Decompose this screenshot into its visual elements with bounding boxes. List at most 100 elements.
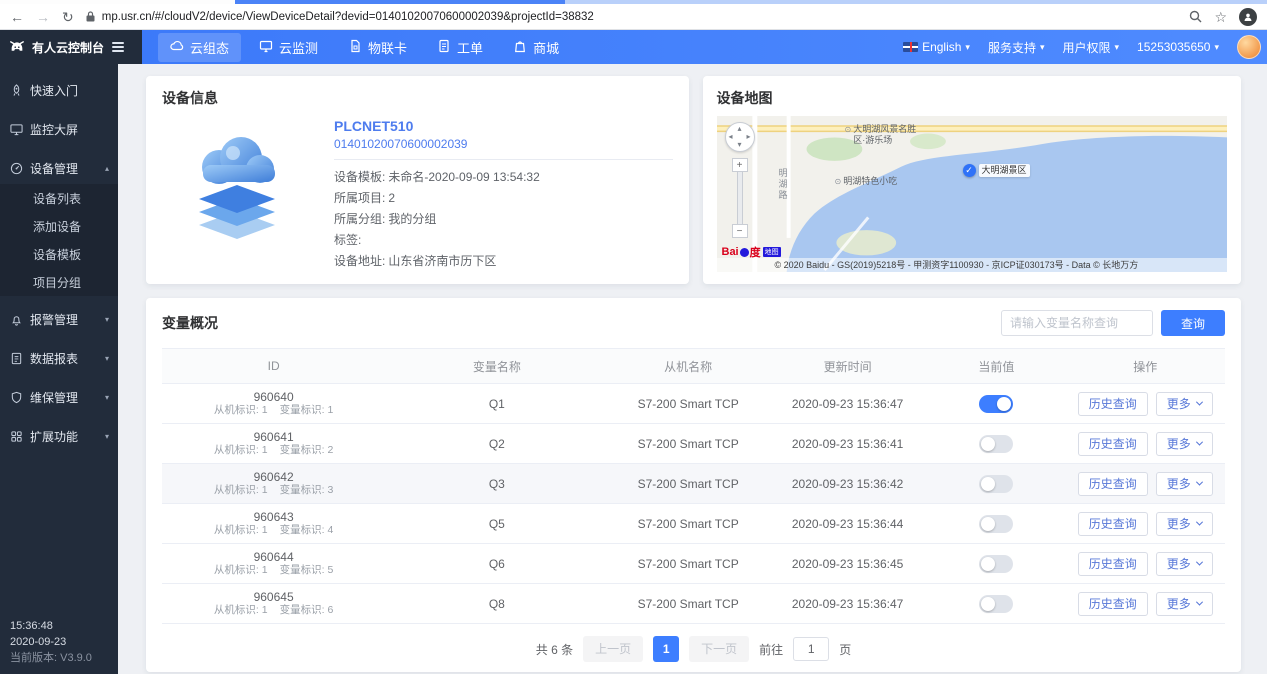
caret-down-icon: ▾: [105, 354, 109, 363]
variable-name: Q1: [385, 397, 608, 411]
sidebar-item-quick-start[interactable]: 快速入门: [0, 74, 118, 106]
column-header-value: 当前值: [927, 358, 1065, 375]
value-toggle[interactable]: [979, 395, 1013, 413]
nav-item-work-order[interactable]: 工单: [425, 33, 495, 62]
pan-up-icon[interactable]: ▴: [737, 125, 741, 133]
value-toggle[interactable]: [979, 435, 1013, 453]
lock-icon: [86, 11, 95, 22]
var-id-label: 变量标识: 6: [280, 604, 334, 617]
column-header-slave: 从机名称: [608, 358, 767, 375]
sidebar-collapse-icon[interactable]: [112, 42, 124, 52]
chevron-down-icon: [1196, 439, 1203, 446]
column-header-actions: 操作: [1066, 358, 1225, 375]
shield-icon: [9, 391, 23, 404]
more-button[interactable]: 更多: [1156, 512, 1213, 536]
goto-suffix: 页: [839, 641, 851, 658]
account-menu[interactable]: 15253035650 ▾: [1137, 40, 1219, 54]
more-button[interactable]: 更多: [1156, 432, 1213, 456]
update-time: 2020-09-23 15:36:44: [768, 517, 927, 531]
nav-item-cloud-monitor[interactable]: 云监测: [247, 33, 330, 62]
variables-title: 变量概况: [162, 313, 218, 333]
value-toggle[interactable]: [979, 475, 1013, 493]
more-button[interactable]: 更多: [1156, 392, 1213, 416]
work-order-icon: [437, 39, 451, 56]
version-label: 当前版本: V3.9.0: [10, 650, 92, 666]
goto-page-input[interactable]: [793, 637, 829, 661]
pan-down-icon[interactable]: ▾: [737, 141, 741, 149]
next-page-button[interactable]: 下一页: [689, 636, 749, 662]
sidebar-item-device-management[interactable]: 设备管理 ▴: [0, 152, 118, 184]
cell-id: 960642 从机标识: 1 变量标识: 3: [162, 470, 385, 497]
more-button[interactable]: 更多: [1156, 592, 1213, 616]
nav-item-iot-card[interactable]: 物联卡: [336, 33, 419, 62]
caret-down-icon: ▾: [105, 393, 109, 402]
value-toggle[interactable]: [979, 595, 1013, 613]
more-button[interactable]: 更多: [1156, 472, 1213, 496]
baidu-paw-icon: [740, 248, 749, 257]
address-bar[interactable]: mp.usr.cn/#/cloudV2/device/ViewDeviceDet…: [86, 11, 1178, 23]
sidebar-item-maintenance[interactable]: 维保管理 ▾: [0, 381, 118, 413]
variable-name: Q5: [385, 517, 608, 531]
history-query-button[interactable]: 历史查询: [1078, 552, 1148, 576]
var-id-label: 变量标识: 3: [280, 484, 334, 497]
sidebar-item-alarm-management[interactable]: 报警管理 ▾: [0, 303, 118, 335]
permissions-menu[interactable]: 用户权限 ▾: [1063, 39, 1120, 56]
browser-profile-avatar[interactable]: [1239, 8, 1257, 26]
history-query-button[interactable]: 历史查询: [1078, 512, 1148, 536]
user-avatar[interactable]: [1237, 35, 1261, 59]
pan-left-icon[interactable]: ◂: [729, 133, 733, 141]
map-canvas[interactable]: ⊙ 大明湖风景名胜区·游乐场 ⊙ 明湖特色小吃 明湖路 ✓ 大明湖景区: [717, 116, 1228, 272]
sidebar-item-extensions[interactable]: 扩展功能 ▾: [0, 420, 118, 452]
search-button[interactable]: 查询: [1161, 310, 1225, 336]
zoom-out-button[interactable]: −: [732, 224, 748, 238]
sidebar-item-device-list[interactable]: 设备列表: [0, 184, 118, 212]
value-toggle[interactable]: [979, 515, 1013, 533]
current-page-button[interactable]: 1: [653, 636, 679, 662]
zoom-icon[interactable]: [1189, 10, 1202, 23]
bookmark-star-icon[interactable]: ☆: [1214, 10, 1227, 24]
table-row: 960642 从机标识: 1 变量标识: 3 Q3 S7-200 Smart T…: [162, 464, 1225, 504]
sidebar-item-data-report[interactable]: 数据报表 ▾: [0, 342, 118, 374]
device-name: PLCNET510: [334, 118, 673, 134]
prev-page-button[interactable]: 上一页: [583, 636, 643, 662]
history-query-button[interactable]: 历史查询: [1078, 472, 1148, 496]
sidebar-item-device-template[interactable]: 设备模板: [0, 240, 118, 268]
history-query-button[interactable]: 历史查询: [1078, 432, 1148, 456]
device-location-marker[interactable]: ✓ 大明湖景区: [963, 164, 1030, 177]
sidebar-item-monitor-screen[interactable]: 监控大屏: [0, 113, 118, 145]
sidebar-item-add-device[interactable]: 添加设备: [0, 212, 118, 240]
reload-icon[interactable]: ↻: [62, 10, 74, 24]
zoom-in-button[interactable]: +: [732, 158, 748, 172]
cell-current-value: [927, 595, 1065, 613]
variable-search-input[interactable]: [1001, 310, 1153, 336]
current-date: 2020-09-23: [10, 634, 92, 650]
value-toggle[interactable]: [979, 555, 1013, 573]
nav-item-cloud-config[interactable]: 云组态: [158, 33, 241, 62]
marker-label: 大明湖景区: [979, 164, 1030, 177]
chevron-down-icon: [1196, 559, 1203, 566]
pan-right-icon[interactable]: ▸: [746, 133, 750, 141]
more-button[interactable]: 更多: [1156, 552, 1213, 576]
slave-name: S7-200 Smart TCP: [608, 397, 767, 411]
device-id: 01401020070600002039: [334, 137, 673, 151]
back-icon[interactable]: ←: [10, 10, 24, 24]
nav-item-mall[interactable]: 商城: [501, 33, 571, 62]
history-query-button[interactable]: 历史查询: [1078, 592, 1148, 616]
history-query-button[interactable]: 历史查询: [1078, 392, 1148, 416]
language-menu[interactable]: English ▾: [903, 40, 970, 54]
map-pan-control[interactable]: ▴ ▾ ◂ ▸: [725, 122, 755, 152]
table-header: ID 变量名称 从机名称 更新时间 当前值 操作: [162, 348, 1225, 384]
device-info-card: 设备信息: [146, 76, 689, 284]
device-management-submenu: 设备列表 添加设备 设备模板 项目分组: [0, 184, 118, 296]
support-menu[interactable]: 服务支持 ▾: [988, 39, 1045, 56]
rocket-icon: [9, 84, 23, 97]
forward-icon[interactable]: →: [36, 10, 50, 24]
caret-up-icon: ▴: [105, 164, 109, 173]
zoom-track[interactable]: [737, 172, 743, 224]
sidebar-item-project-group[interactable]: 项目分组: [0, 268, 118, 296]
table-row: 960644 从机标识: 1 变量标识: 5 Q6 S7-200 Smart T…: [162, 544, 1225, 584]
slave-id-label: 从机标识: 1: [214, 524, 268, 537]
update-time: 2020-09-23 15:36:41: [768, 437, 927, 451]
cloud-icon: [170, 39, 184, 56]
poi-dot-icon: ⊙: [845, 124, 852, 146]
